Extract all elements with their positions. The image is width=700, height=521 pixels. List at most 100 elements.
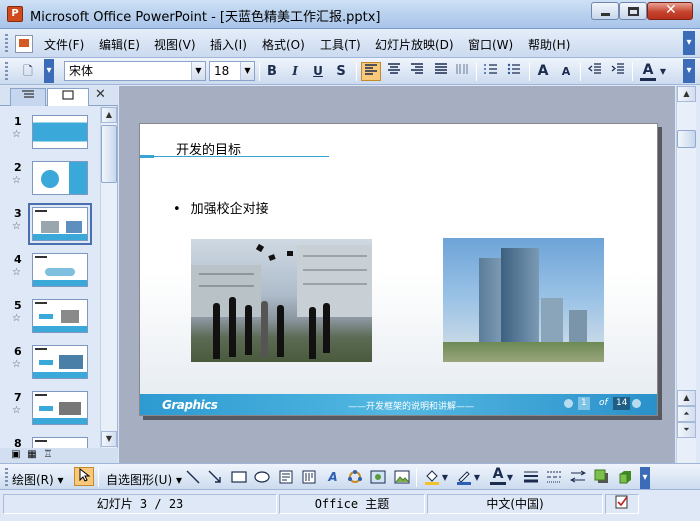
thumbnail-row[interactable]: 2 ☆ bbox=[0, 161, 100, 207]
next-slide-icon[interactable] bbox=[632, 399, 641, 408]
menu-file[interactable]: 文件(F) bbox=[44, 36, 84, 53]
increase-font-button[interactable]: A bbox=[533, 62, 553, 81]
justify-button[interactable] bbox=[431, 62, 451, 81]
close-icon[interactable]: ✕ bbox=[95, 87, 106, 102]
new-document-icon[interactable]: 🗋 bbox=[18, 62, 38, 81]
draw-menu[interactable]: 绘图(R) ▾ bbox=[12, 471, 64, 488]
menu-format[interactable]: 格式(O) bbox=[262, 36, 305, 53]
arrow-style-icon[interactable] bbox=[570, 470, 586, 484]
align-right-button[interactable] bbox=[407, 62, 427, 81]
toolbar-grip[interactable] bbox=[5, 468, 8, 487]
scroll-up-icon[interactable]: ▲ bbox=[677, 86, 696, 102]
document-icon[interactable] bbox=[15, 35, 33, 53]
slideshow-icon[interactable]: ♖ bbox=[42, 449, 54, 461]
distribute-button[interactable] bbox=[452, 62, 472, 81]
thumbnail-scrollbar[interactable]: ▲ ▼ bbox=[100, 107, 117, 448]
chevron-down-icon[interactable]: ▼ bbox=[191, 62, 205, 80]
slide-thumbnail[interactable] bbox=[32, 115, 88, 149]
align-center-button[interactable] bbox=[384, 62, 404, 81]
slide-title[interactable]: 开发的目标 bbox=[176, 139, 241, 158]
scroll-up-icon[interactable]: ▲ bbox=[101, 107, 117, 123]
chevron-down-icon[interactable]: ▼ bbox=[658, 62, 668, 81]
tab-slides[interactable] bbox=[47, 88, 89, 106]
minimize-button[interactable] bbox=[591, 2, 619, 20]
shadow-style-icon[interactable] bbox=[594, 469, 610, 485]
textbox-tool-icon[interactable] bbox=[279, 470, 293, 484]
italic-button[interactable]: I bbox=[285, 62, 305, 81]
slide-thumbnail[interactable] bbox=[32, 161, 88, 195]
font-name-combo[interactable]: 宋体 ▼ bbox=[64, 61, 206, 81]
align-left-button[interactable] bbox=[361, 62, 381, 81]
slide-thumbnail[interactable] bbox=[32, 299, 88, 333]
line-style-icon[interactable] bbox=[523, 470, 539, 484]
oval-tool-icon[interactable] bbox=[254, 471, 270, 483]
slide-thumbnail[interactable] bbox=[32, 253, 88, 287]
thumbnail-row[interactable]: 3 ☆ bbox=[0, 203, 100, 253]
clipart-icon[interactable] bbox=[370, 469, 386, 485]
slide-sorter-icon[interactable]: ▦ bbox=[26, 449, 38, 461]
previous-slide-button[interactable]: ⏶ bbox=[677, 406, 696, 422]
draw-font-color-button[interactable]: A bbox=[488, 466, 508, 485]
menu-help[interactable]: 帮助(H) bbox=[528, 36, 570, 53]
building-photo[interactable] bbox=[443, 238, 604, 362]
fill-color-icon[interactable] bbox=[423, 468, 441, 486]
thumbnail-row[interactable]: 4 ☆ bbox=[0, 253, 100, 299]
bullet-text[interactable]: • 加强校企对接 bbox=[173, 198, 269, 217]
menu-slideshow[interactable]: 幻灯片放映(D) bbox=[375, 36, 454, 53]
wordart-icon[interactable]: A bbox=[323, 468, 343, 487]
toolbar-options-icon[interactable]: ▾ bbox=[44, 59, 54, 83]
increase-indent-button[interactable] bbox=[608, 62, 628, 81]
shadow-button[interactable]: S bbox=[331, 62, 351, 81]
autoshapes-menu[interactable]: 自选图形(U) ▾ bbox=[106, 471, 182, 488]
toolbar-options-icon[interactable]: ▾ bbox=[640, 467, 650, 489]
line-color-icon[interactable] bbox=[455, 468, 473, 486]
slide-editing-area[interactable]: 开发的目标 • 加强校企对接 Graphics ——开发框架的说明和讲解—— 1… bbox=[119, 86, 675, 463]
underline-button[interactable]: U bbox=[308, 62, 328, 81]
powerpoint-icon[interactable]: P bbox=[7, 6, 23, 22]
scroll-down-icon[interactable]: ▼ bbox=[101, 431, 117, 447]
toolbar-options-icon[interactable]: ▾ bbox=[683, 31, 695, 55]
toolbar-grip[interactable] bbox=[5, 62, 8, 81]
toolbar-options-icon[interactable]: ▾ bbox=[683, 59, 695, 83]
thumbnail-row[interactable]: 1 ☆ bbox=[0, 115, 100, 161]
slide-thumbnail-selected[interactable] bbox=[28, 203, 92, 245]
maximize-button[interactable] bbox=[619, 2, 647, 20]
font-color-button[interactable]: A bbox=[638, 62, 658, 81]
chevron-down-icon[interactable]: ▼ bbox=[441, 468, 449, 487]
current-slide[interactable]: 开发的目标 • 加强校企对接 Graphics ——开发框架的说明和讲解—— 1… bbox=[139, 123, 658, 416]
graduation-photo[interactable] bbox=[191, 239, 372, 362]
prev-slide-icon[interactable] bbox=[564, 399, 573, 408]
menu-window[interactable]: 窗口(W) bbox=[468, 36, 513, 53]
scrollbar-thumb[interactable] bbox=[677, 130, 696, 148]
3d-style-icon[interactable] bbox=[617, 469, 633, 485]
spelling-check-icon[interactable] bbox=[605, 494, 639, 514]
slide-thumbnail[interactable] bbox=[32, 437, 88, 448]
slide-scrollbar[interactable]: ▲ ▲ ⏶ ⏷ bbox=[676, 86, 696, 463]
menu-edit[interactable]: 编辑(E) bbox=[99, 36, 140, 53]
close-button[interactable]: ✕ bbox=[647, 2, 693, 20]
insert-picture-icon[interactable] bbox=[394, 469, 410, 485]
font-size-combo[interactable]: 18 ▼ bbox=[209, 61, 255, 81]
diagram-tool-icon[interactable] bbox=[347, 469, 363, 485]
line-tool-icon[interactable] bbox=[186, 470, 200, 484]
thumbnail-row[interactable]: 5 ☆ bbox=[0, 299, 100, 345]
slide-thumbnail[interactable] bbox=[32, 391, 88, 425]
arrow-tool-icon[interactable] bbox=[208, 470, 222, 484]
chevron-down-icon[interactable]: ▼ bbox=[473, 468, 481, 487]
thumbnail-row[interactable]: 7 ☆ bbox=[0, 391, 100, 437]
dash-style-icon[interactable] bbox=[546, 470, 562, 484]
decrease-indent-button[interactable] bbox=[585, 62, 605, 81]
rectangle-tool-icon[interactable] bbox=[231, 471, 247, 483]
tab-outline[interactable] bbox=[10, 88, 46, 106]
decrease-font-button[interactable]: A bbox=[556, 62, 576, 81]
toolbar-grip[interactable] bbox=[5, 34, 8, 53]
select-objects-button[interactable] bbox=[74, 467, 94, 486]
menu-view[interactable]: 视图(V) bbox=[154, 36, 196, 53]
bold-button[interactable]: B bbox=[262, 62, 282, 81]
menu-tools[interactable]: 工具(T) bbox=[320, 36, 361, 53]
thumbnail-row[interactable]: 6 ☆ bbox=[0, 345, 100, 391]
numbering-button[interactable] bbox=[481, 62, 501, 81]
scroll-down-icon[interactable]: ▲ bbox=[677, 390, 696, 406]
scrollbar-thumb[interactable] bbox=[101, 125, 117, 183]
vertical-textbox-icon[interactable] bbox=[302, 470, 316, 484]
